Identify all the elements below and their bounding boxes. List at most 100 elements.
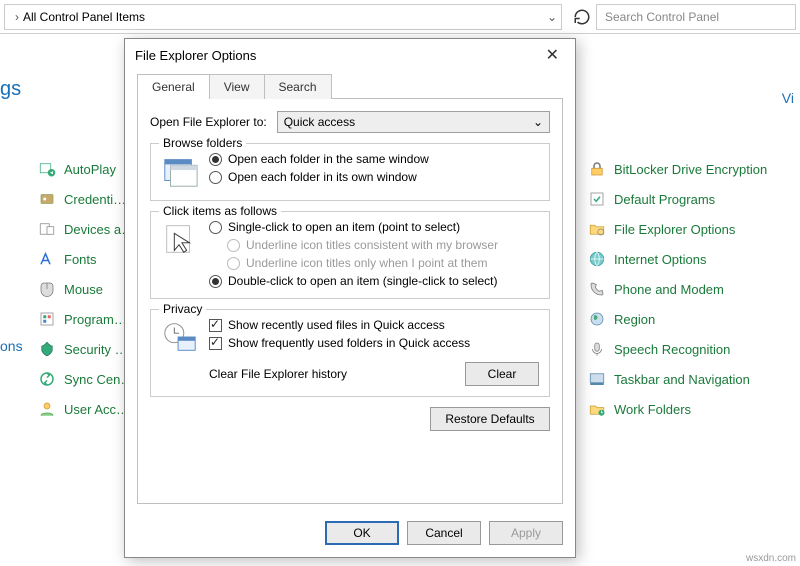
speech-icon xyxy=(588,340,606,358)
tab-panel-general: Open File Explorer to: Quick access ⌄ Br… xyxy=(137,98,563,504)
radio-label: Open each folder in its own window xyxy=(228,170,417,184)
cpl-item-mouse[interactable]: Mouse xyxy=(38,280,128,298)
checkbox-label: Show frequently used folders in Quick ac… xyxy=(228,336,470,350)
cpl-item-label: AutoPlay xyxy=(64,162,116,177)
sync-icon xyxy=(38,370,56,388)
refresh-button[interactable] xyxy=(568,4,596,30)
user-icon xyxy=(38,400,56,418)
cpl-item-label: BitLocker Drive Encryption xyxy=(614,162,767,177)
search-input[interactable]: Search Control Panel xyxy=(596,4,796,30)
radio-icon xyxy=(227,239,240,252)
checkbox-icon xyxy=(209,337,222,350)
folder-window-icon xyxy=(161,152,199,190)
tab-search[interactable]: Search xyxy=(264,74,332,99)
radio-icon xyxy=(209,153,222,166)
radio-label: Underline icon titles consistent with my… xyxy=(246,238,498,252)
group-click-items: Click items as follows Single-click to o… xyxy=(150,211,550,299)
cpl-item-inet[interactable]: Internet Options xyxy=(588,250,788,268)
cpl-item-label: Speech Recognition xyxy=(614,342,730,357)
devices-icon xyxy=(38,220,56,238)
radio-same-window[interactable]: Open each folder in the same window xyxy=(209,152,429,166)
chevron-right-icon: › xyxy=(11,10,23,24)
tabs: General View Search xyxy=(125,71,575,99)
security-icon xyxy=(38,340,56,358)
cpl-item-workfolders[interactable]: Work Folders xyxy=(588,400,788,418)
breadcrumb-label: All Control Panel Items xyxy=(23,10,145,24)
partial-text-ons: ons xyxy=(0,338,23,354)
checkbox-recent-files[interactable]: Show recently used files in Quick access xyxy=(209,318,470,332)
radio-label: Single-click to open an item (point to s… xyxy=(228,220,460,234)
ok-button[interactable]: OK xyxy=(325,521,399,545)
tab-general[interactable]: General xyxy=(137,74,210,99)
group-privacy: Privacy Show recently used files in Quic… xyxy=(150,309,550,397)
search-placeholder: Search Control Panel xyxy=(605,10,719,24)
radio-double-click[interactable]: Double-click to open an item (single-cli… xyxy=(209,274,498,288)
group-legend-privacy: Privacy xyxy=(159,302,206,316)
defaults-icon xyxy=(588,190,606,208)
cpl-item-speech[interactable]: Speech Recognition xyxy=(588,340,788,358)
cpl-item-label: User Acc… xyxy=(64,402,129,417)
radio-icon xyxy=(209,171,222,184)
checkbox-frequent-folders[interactable]: Show frequently used folders in Quick ac… xyxy=(209,336,470,350)
chevron-down-icon[interactable]: ⌄ xyxy=(547,10,557,24)
breadcrumb[interactable]: › All Control Panel Items ⌄ xyxy=(4,4,562,30)
file-explorer-options-dialog: File Explorer Options ✕ General View Sea… xyxy=(124,38,576,558)
cpl-item-label: Taskbar and Navigation xyxy=(614,372,750,387)
cpl-item-bitlocker[interactable]: BitLocker Drive Encryption xyxy=(588,160,788,178)
refresh-icon xyxy=(573,8,591,26)
cpl-item-label: File Explorer Options xyxy=(614,222,735,237)
cpl-item-label: Security … xyxy=(64,342,128,357)
tab-view[interactable]: View xyxy=(209,74,265,99)
fonts-icon xyxy=(38,250,56,268)
cpl-item-fonts[interactable]: Fonts xyxy=(38,250,128,268)
cpl-item-label: Region xyxy=(614,312,655,327)
radio-underline-point: Underline icon titles only when I point … xyxy=(209,256,498,270)
cpl-item-phone[interactable]: Phone and Modem xyxy=(588,280,788,298)
cpl-item-autoplay[interactable]: AutoPlay xyxy=(38,160,128,178)
open-to-value: Quick access xyxy=(284,115,355,129)
cpl-item-devices[interactable]: Devices a… xyxy=(38,220,128,238)
radio-icon xyxy=(209,275,222,288)
cpl-item-defaults[interactable]: Default Programs xyxy=(588,190,788,208)
cpl-item-taskbar[interactable]: Taskbar and Navigation xyxy=(588,370,788,388)
cpl-item-programs[interactable]: Program… xyxy=(38,310,128,328)
apply-button: Apply xyxy=(489,521,563,545)
workfolders-icon xyxy=(588,400,606,418)
cpl-item-region[interactable]: Region xyxy=(588,310,788,328)
cpl-item-label: Program… xyxy=(64,312,127,327)
radio-own-window[interactable]: Open each folder in its own window xyxy=(209,170,429,184)
group-legend-browse: Browse folders xyxy=(159,136,246,150)
open-to-row: Open File Explorer to: Quick access ⌄ xyxy=(150,111,550,133)
chevron-down-icon: ⌄ xyxy=(533,115,543,129)
checkbox-icon xyxy=(209,319,222,332)
open-to-dropdown[interactable]: Quick access ⌄ xyxy=(277,111,550,133)
dialog-titlebar: File Explorer Options ✕ xyxy=(125,39,575,71)
radio-icon xyxy=(227,257,240,270)
restore-row: Restore Defaults xyxy=(150,407,550,431)
partial-text-vi: Vi xyxy=(782,90,794,106)
cpl-item-credential[interactable]: Credenti… xyxy=(38,190,128,208)
restore-defaults-button[interactable]: Restore Defaults xyxy=(430,407,550,431)
history-clock-icon xyxy=(161,318,199,356)
radio-icon xyxy=(209,221,222,234)
radio-single-click[interactable]: Single-click to open an item (point to s… xyxy=(209,220,498,234)
clear-history-row: Clear File Explorer history Clear xyxy=(161,362,539,386)
programs-icon xyxy=(38,310,56,328)
cancel-button[interactable]: Cancel xyxy=(407,521,481,545)
cpl-item-folderopts[interactable]: File Explorer Options xyxy=(588,220,788,238)
radio-label: Open each folder in the same window xyxy=(228,152,429,166)
cpl-item-security[interactable]: Security … xyxy=(38,340,128,358)
control-panel-items-left: AutoPlay Credenti… Devices a… Fonts Mouse Pro… xyxy=(38,160,128,418)
close-button[interactable]: ✕ xyxy=(540,45,565,65)
cpl-item-label: Work Folders xyxy=(614,402,691,417)
cpl-item-label: Mouse xyxy=(64,282,103,297)
dialog-title: File Explorer Options xyxy=(135,48,256,63)
clear-button[interactable]: Clear xyxy=(465,362,539,386)
folderopts-icon xyxy=(588,220,606,238)
watermark: wsxdn.com xyxy=(746,553,796,564)
address-toolbar: › All Control Panel Items ⌄ Search Contr… xyxy=(0,0,800,34)
cpl-item-sync[interactable]: Sync Cen… xyxy=(38,370,128,388)
cpl-item-user[interactable]: User Acc… xyxy=(38,400,128,418)
cursor-click-icon xyxy=(161,220,199,258)
clear-history-label: Clear File Explorer history xyxy=(209,367,347,381)
